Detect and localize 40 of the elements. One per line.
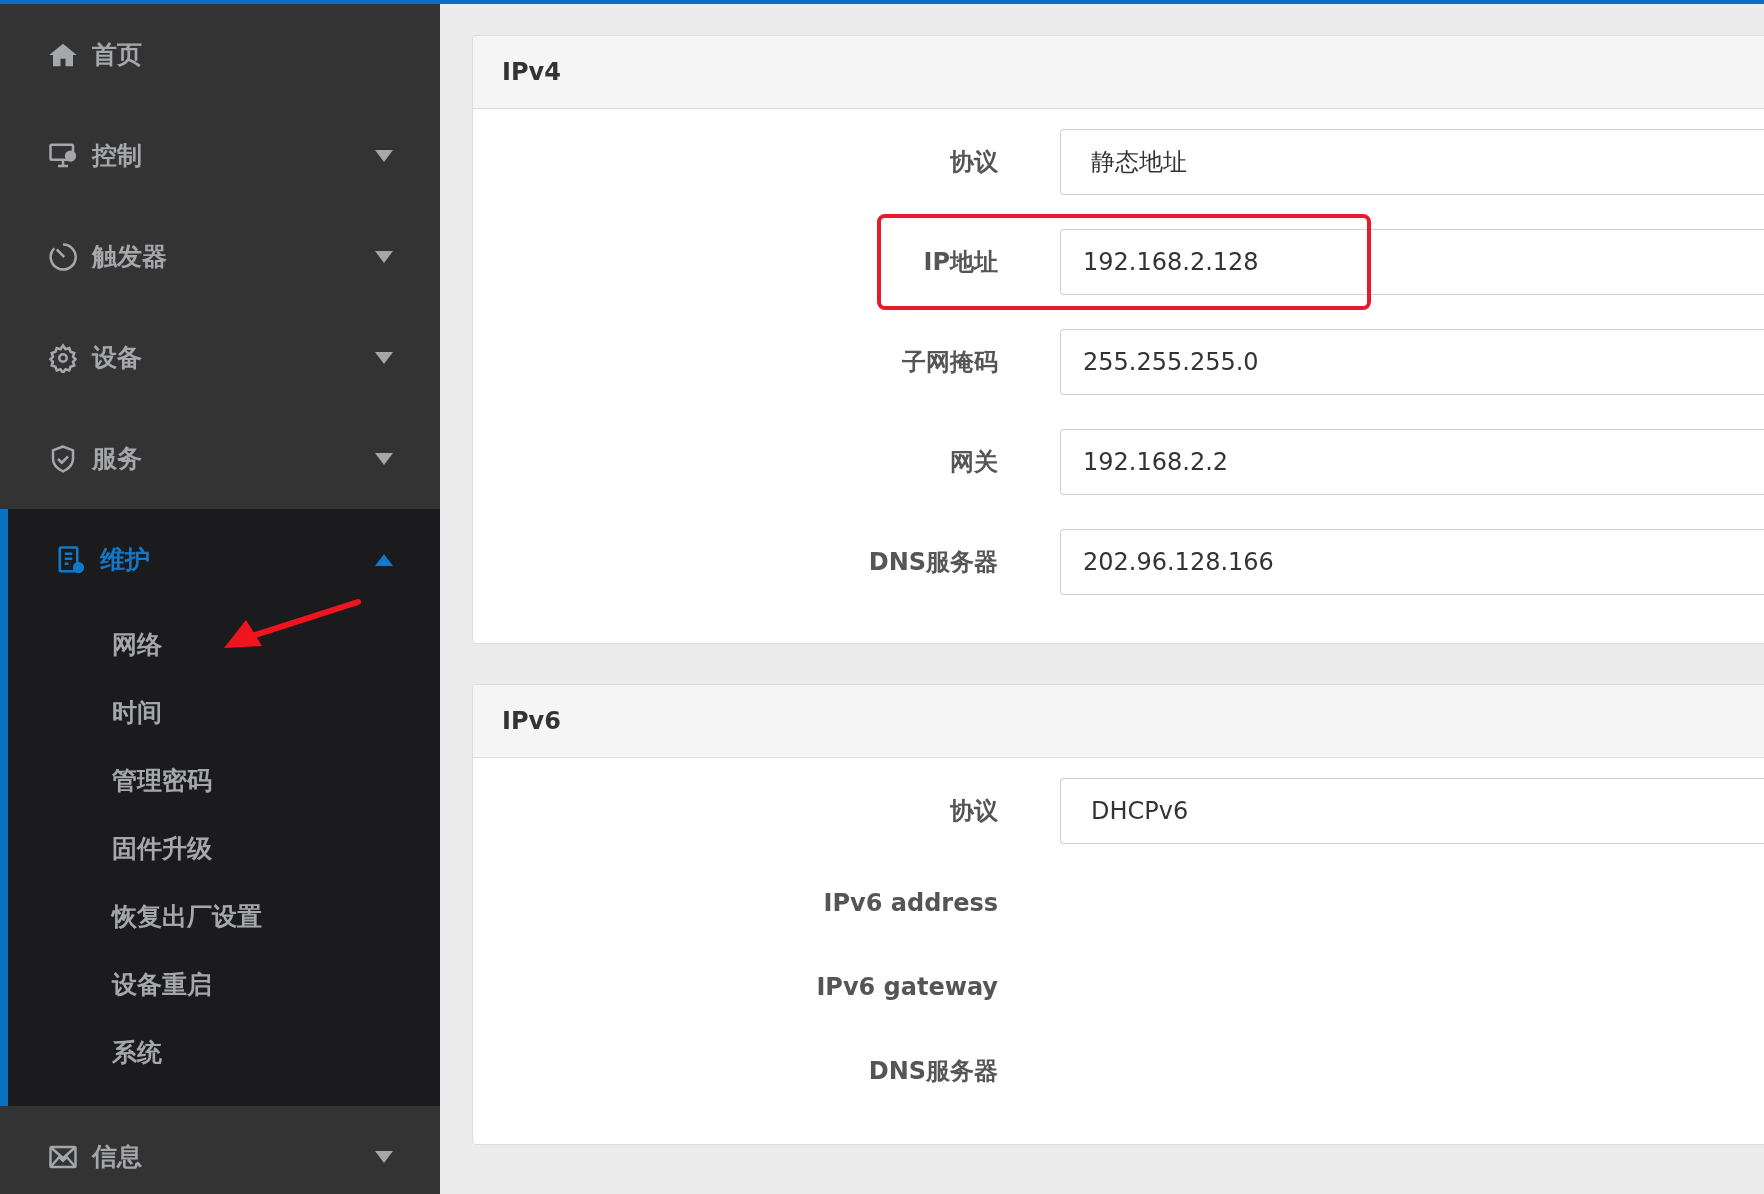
submenu-item[interactable]: 恢复出厂设置 bbox=[112, 899, 262, 933]
caret-icon[interactable] bbox=[374, 1149, 394, 1164]
submenu-item[interactable]: 固件升级 bbox=[112, 831, 212, 865]
input-field[interactable]: 192.168.2.2 bbox=[1060, 429, 1764, 495]
input-field[interactable]: 202.96.128.166 bbox=[1060, 529, 1764, 595]
caret-icon[interactable] bbox=[374, 249, 394, 264]
caret-icon[interactable] bbox=[374, 552, 394, 567]
input-field[interactable]: 255.255.255.0 bbox=[1060, 329, 1764, 395]
sidebar-item[interactable]: 设备 bbox=[92, 341, 360, 374]
sidebar-item[interactable]: 维护 bbox=[100, 543, 360, 576]
settings-icon bbox=[48, 342, 78, 373]
field-label: IP地址 bbox=[922, 247, 998, 278]
document-gear-icon bbox=[56, 544, 86, 575]
sidebar-item[interactable]: 信息 bbox=[92, 1140, 360, 1173]
field-label: 网关 bbox=[949, 447, 998, 478]
submenu-item[interactable]: 管理密码 bbox=[112, 763, 212, 797]
submenu-item[interactable]: 系统 bbox=[112, 1035, 162, 1069]
card-title: IPv6 bbox=[502, 707, 561, 735]
field-label: IPv6 gateway bbox=[815, 973, 998, 1001]
caret-icon[interactable] bbox=[374, 451, 394, 466]
field-label: IPv6 address bbox=[822, 889, 998, 917]
caret-icon[interactable] bbox=[374, 148, 394, 163]
submenu-item[interactable]: 时间 bbox=[112, 695, 162, 729]
field-label: 协议 bbox=[949, 796, 998, 827]
sidebar-item[interactable]: 首页 bbox=[92, 38, 394, 71]
submenu-item[interactable]: 设备重启 bbox=[112, 967, 212, 1001]
sidebar-item[interactable]: 触发器 bbox=[92, 240, 360, 273]
submenu-item[interactable]: 网络 bbox=[112, 627, 162, 661]
field-label: 子网掩码 bbox=[901, 347, 998, 378]
field-label: 协议 bbox=[949, 147, 998, 178]
sidebar-item[interactable]: 服务 bbox=[92, 442, 360, 475]
caret-icon[interactable] bbox=[374, 350, 394, 365]
input-field[interactable]: 192.168.2.128 bbox=[1060, 229, 1764, 295]
select-field[interactable]: 静态地址 bbox=[1060, 129, 1764, 195]
sidebar-item[interactable]: 控制 bbox=[92, 139, 360, 172]
select-field[interactable]: DHCPv6 bbox=[1060, 778, 1764, 844]
card-title: IPv4 bbox=[502, 58, 561, 86]
field-label: DNS服务器 bbox=[867, 1056, 998, 1087]
field-label: DNS服务器 bbox=[867, 547, 998, 578]
timer-icon bbox=[48, 241, 78, 272]
